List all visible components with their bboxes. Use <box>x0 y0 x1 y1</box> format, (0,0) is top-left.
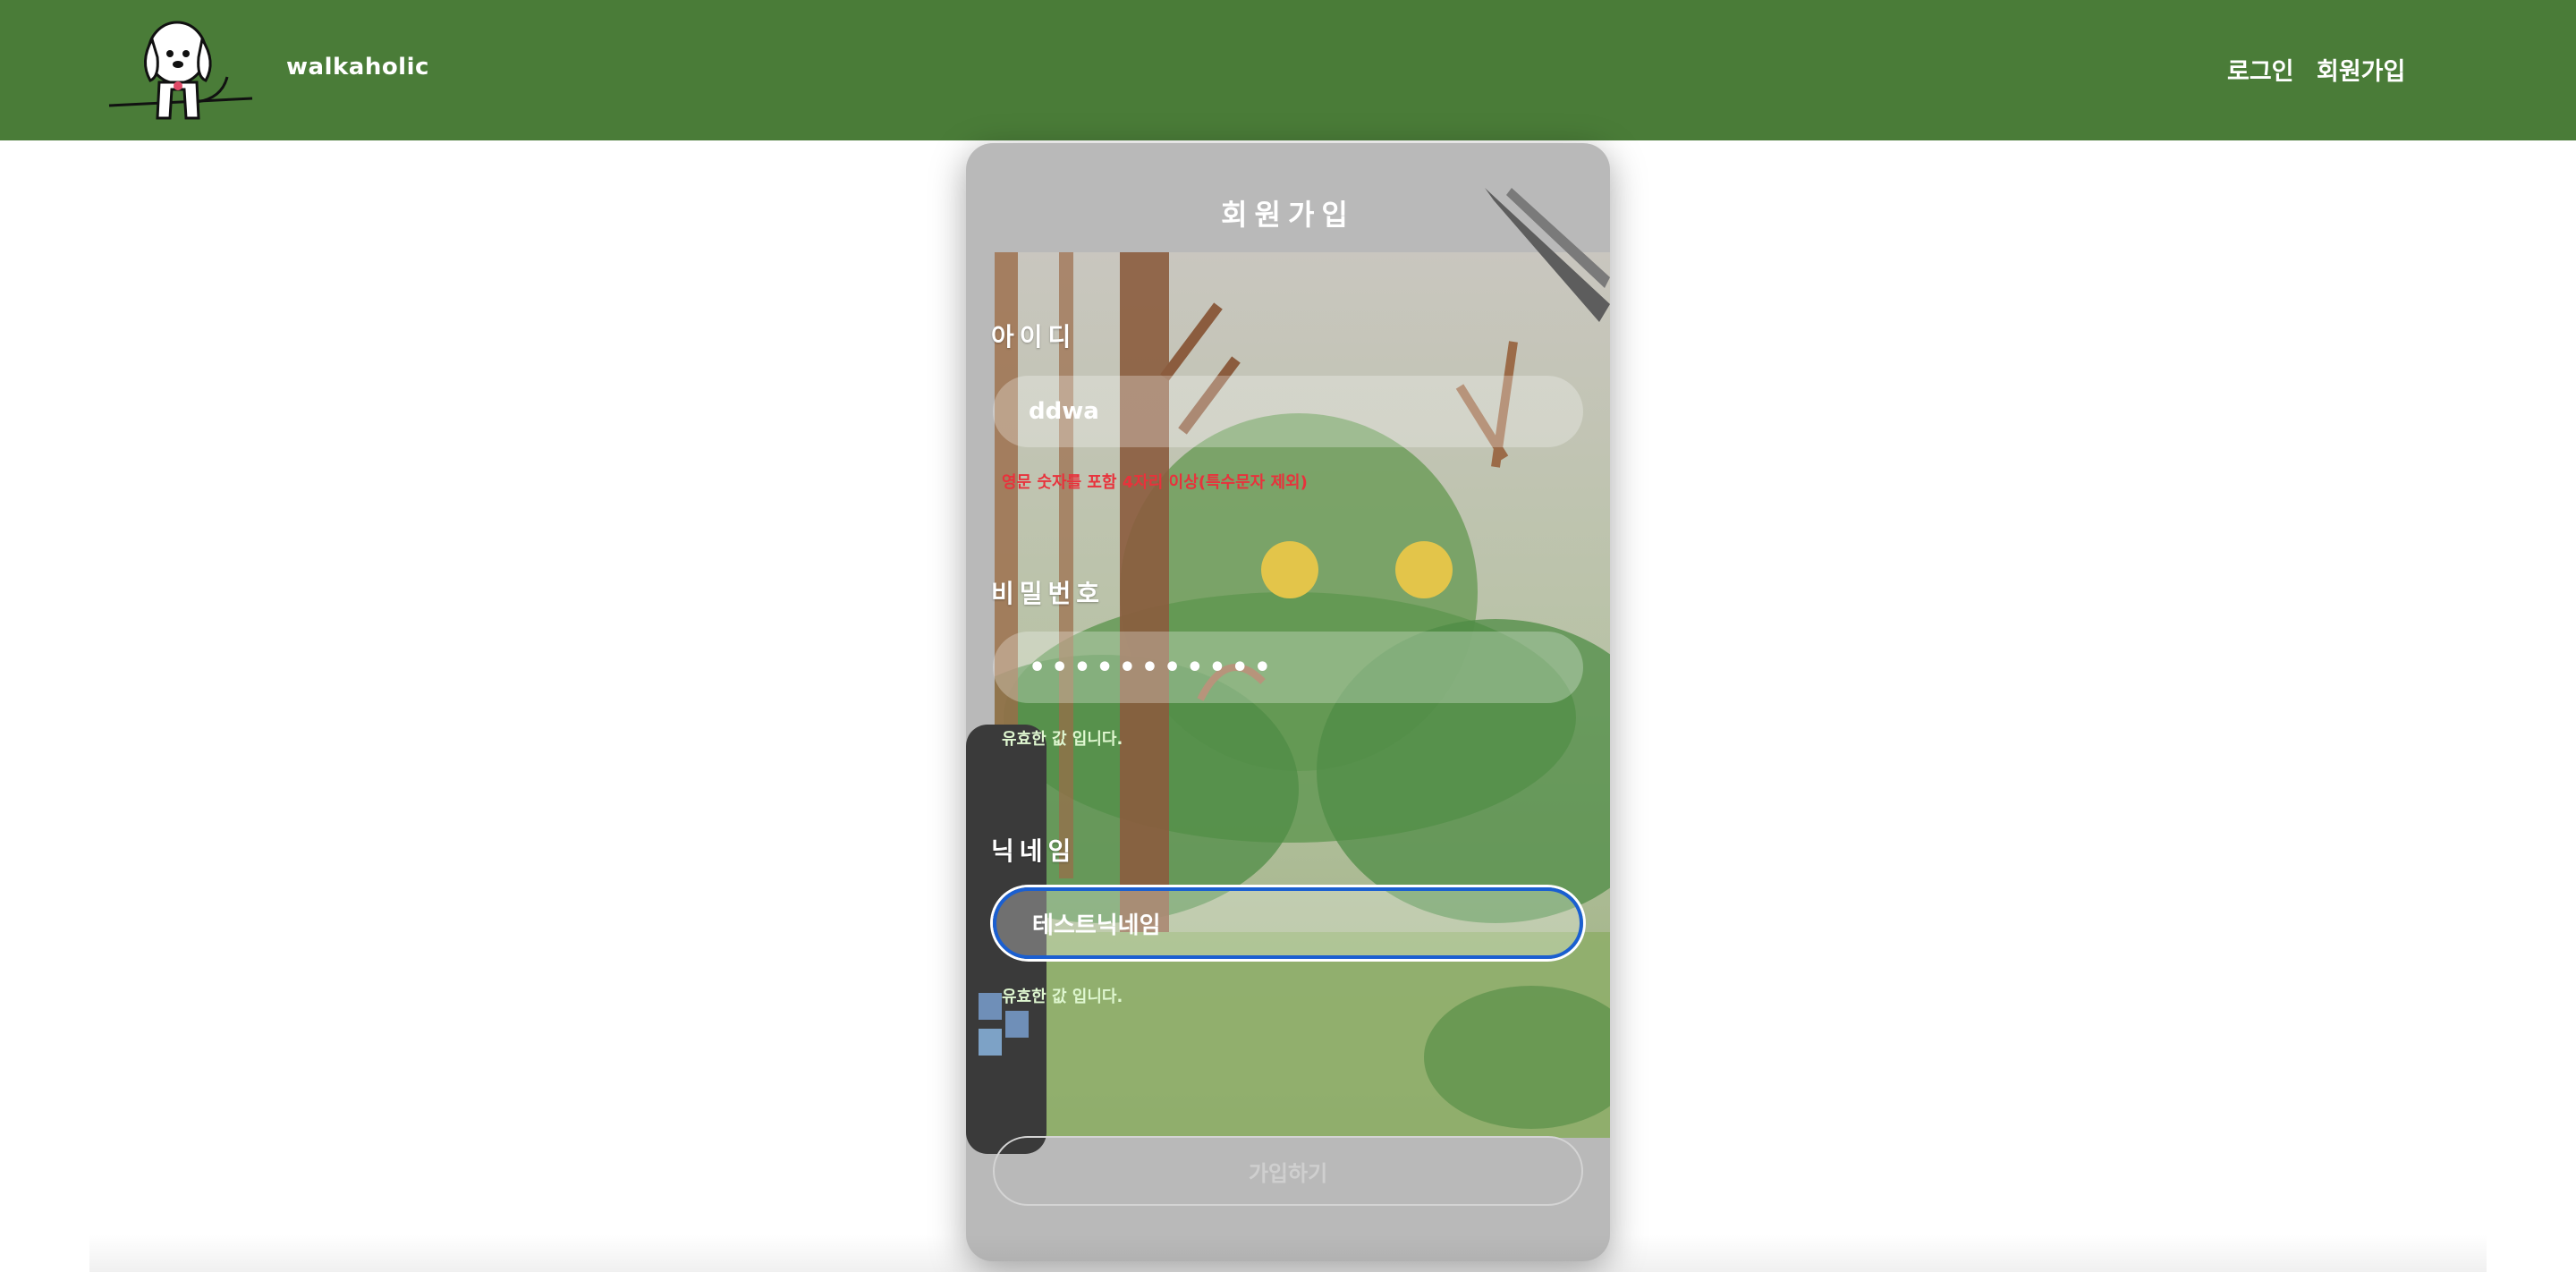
top-nav-bar: walkaholic 로그인 회원가입 <box>0 0 2576 140</box>
nav-signup-link[interactable]: 회원가입 <box>2317 52 2405 87</box>
dog-logo-icon[interactable] <box>106 13 258 127</box>
signup-title: 회원가입 <box>1221 198 1355 232</box>
password-input[interactable] <box>993 632 1583 703</box>
signup-card: 회원가입 아이디 영문 숫자를 포함 4자리 이상(특수문자 제외) 비밀번호 … <box>966 143 1610 1261</box>
nav-login-link[interactable]: 로그인 <box>2227 52 2294 87</box>
id-input[interactable] <box>993 376 1583 447</box>
id-label: 아이디 <box>991 322 1077 352</box>
id-error-message: 영문 숫자를 포함 4자리 이상(특수문자 제외) <box>1002 473 1308 492</box>
password-valid-message: 유효한 값 입니다. <box>1002 730 1123 749</box>
password-label: 비밀번호 <box>991 579 1106 608</box>
nickname-valid-message: 유효한 값 입니다. <box>1002 988 1123 1006</box>
nickname-input[interactable] <box>993 887 1583 959</box>
submit-signup-button[interactable]: 가입하기 <box>993 1136 1583 1206</box>
nickname-label: 닉네임 <box>991 836 1077 866</box>
page-bottom-shadow <box>89 1234 2487 1272</box>
brand-name[interactable]: walkaholic <box>286 54 429 81</box>
